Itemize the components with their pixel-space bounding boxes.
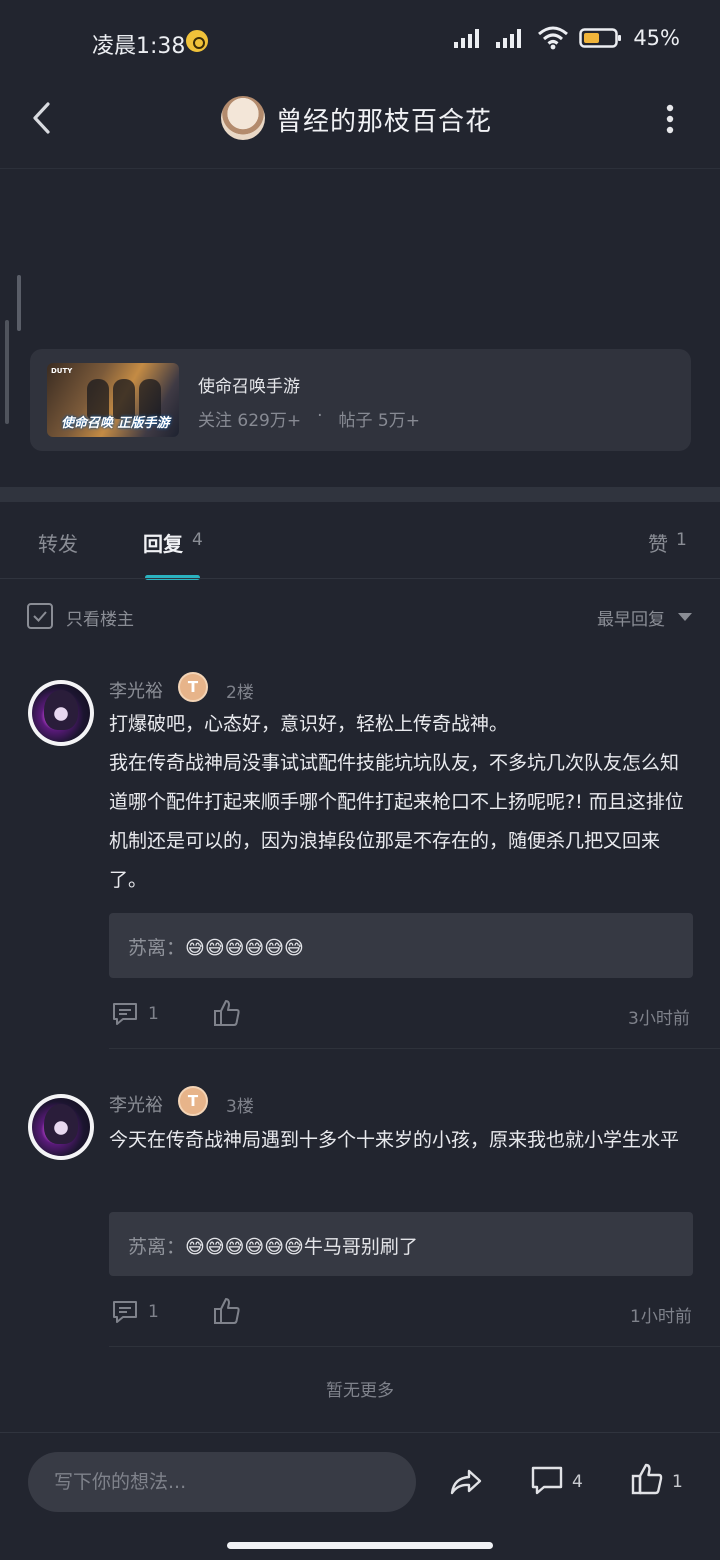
status-time: 凌晨1:38 bbox=[92, 34, 186, 59]
comment-icon[interactable] bbox=[111, 1298, 139, 1326]
status-indicators: 45% bbox=[453, 26, 680, 50]
like-icon[interactable] bbox=[630, 1462, 664, 1496]
home-indicator[interactable] bbox=[227, 1542, 493, 1549]
checkbox-icon[interactable] bbox=[27, 603, 53, 629]
avatar[interactable] bbox=[28, 680, 94, 746]
sort-dropdown[interactable]: 最早回复 bbox=[597, 605, 665, 630]
avatar[interactable] bbox=[28, 1094, 94, 1160]
reply-text: 😅😅😅😅😅😅牛马哥别刷了 bbox=[185, 1236, 418, 1258]
comment-username[interactable]: 李光裕 bbox=[109, 677, 163, 703]
thumb-title: 使命召唤 正版手游 bbox=[61, 416, 170, 431]
comment-username[interactable]: 李光裕 bbox=[109, 1091, 163, 1117]
bottom-divider bbox=[0, 1432, 720, 1433]
stats-separator: · bbox=[317, 406, 323, 426]
wifi-icon bbox=[538, 26, 569, 50]
battery-icon bbox=[579, 28, 622, 48]
back-icon[interactable] bbox=[26, 98, 66, 138]
reply-text: 😅😅😅😅😅😅 bbox=[185, 937, 304, 959]
no-more-label: 暂无更多 bbox=[326, 1381, 394, 1401]
bottom-like-count: 1 bbox=[672, 1472, 683, 1492]
coin-icon bbox=[186, 30, 208, 52]
only-op-label[interactable]: 只看楼主 bbox=[66, 605, 134, 630]
comment-text: 今天在传奇战神局遇到十多个十来岁的小孩，原来我也就小学生水平 bbox=[109, 1129, 680, 1151]
tab-like-count: 1 bbox=[676, 530, 687, 550]
reply-preview[interactable]: 苏离：😅😅😅😅😅😅牛马哥别刷了 bbox=[109, 1212, 693, 1276]
reply-preview[interactable]: 苏离：😅😅😅😅😅😅 bbox=[109, 913, 693, 978]
thumb-brand: DUTY bbox=[51, 367, 73, 375]
reply-author: 苏离： bbox=[128, 937, 186, 959]
like-icon[interactable] bbox=[212, 998, 242, 1028]
game-thumbnail: DUTY 使命召唤 正版手游 bbox=[47, 363, 179, 437]
reply-count: 1 bbox=[148, 1302, 159, 1322]
game-posts: 帖子 5万+ bbox=[338, 411, 420, 431]
share-icon[interactable] bbox=[448, 1464, 484, 1500]
tab-like[interactable]: 赞 bbox=[648, 528, 668, 557]
comment-icon[interactable] bbox=[530, 1464, 564, 1498]
chevron-down-icon[interactable] bbox=[678, 613, 692, 621]
game-stats: 关注 629万+ · 帖子 5万+ bbox=[198, 406, 420, 431]
comment-input[interactable] bbox=[28, 1452, 416, 1512]
more-icon[interactable] bbox=[658, 102, 682, 136]
comment-time: 3小时前 bbox=[628, 1009, 690, 1029]
comment-time: 1小时前 bbox=[630, 1307, 692, 1327]
signal-icon bbox=[454, 29, 480, 48]
tab-reply[interactable]: 回复 bbox=[143, 528, 183, 557]
section-divider bbox=[0, 487, 720, 502]
header-divider bbox=[0, 168, 720, 169]
level-badge: T bbox=[178, 672, 208, 702]
bottom-comment-count: 4 bbox=[572, 1472, 583, 1492]
scroll-indicator bbox=[5, 320, 9, 424]
like-icon[interactable] bbox=[212, 1296, 242, 1326]
floor-number: 2楼 bbox=[226, 683, 254, 703]
tabs-divider bbox=[0, 578, 720, 579]
comment-icon[interactable] bbox=[111, 1000, 139, 1028]
reply-author: 苏离： bbox=[128, 1236, 186, 1258]
reply-count: 1 bbox=[148, 1004, 159, 1024]
battery-percent: 45% bbox=[633, 26, 680, 50]
tab-forward[interactable]: 转发 bbox=[38, 528, 78, 557]
floor-number: 3楼 bbox=[226, 1097, 254, 1117]
tab-reply-count: 4 bbox=[192, 530, 203, 550]
comment-divider bbox=[109, 1346, 720, 1347]
page-title: 曾经的那枝百合花 bbox=[276, 107, 493, 137]
comment-text: 打爆破吧，心态好，意识好，轻松上传奇战神。 我在传奇战神局没事试试配件技能坑坑队… bbox=[109, 705, 693, 900]
level-badge: T bbox=[178, 1086, 208, 1116]
game-followers: 关注 629万+ bbox=[198, 411, 302, 431]
comment-divider bbox=[109, 1048, 720, 1049]
signal-icon bbox=[496, 29, 522, 48]
scroll-indicator bbox=[17, 275, 21, 331]
comment-text-line: 打爆破吧，心态好，意识好，轻松上传奇战神。 我在传奇战神局没事试试配件技能坑坑队… bbox=[109, 713, 684, 891]
game-name: 使命召唤手游 bbox=[198, 377, 300, 397]
author-avatar[interactable] bbox=[221, 96, 265, 140]
